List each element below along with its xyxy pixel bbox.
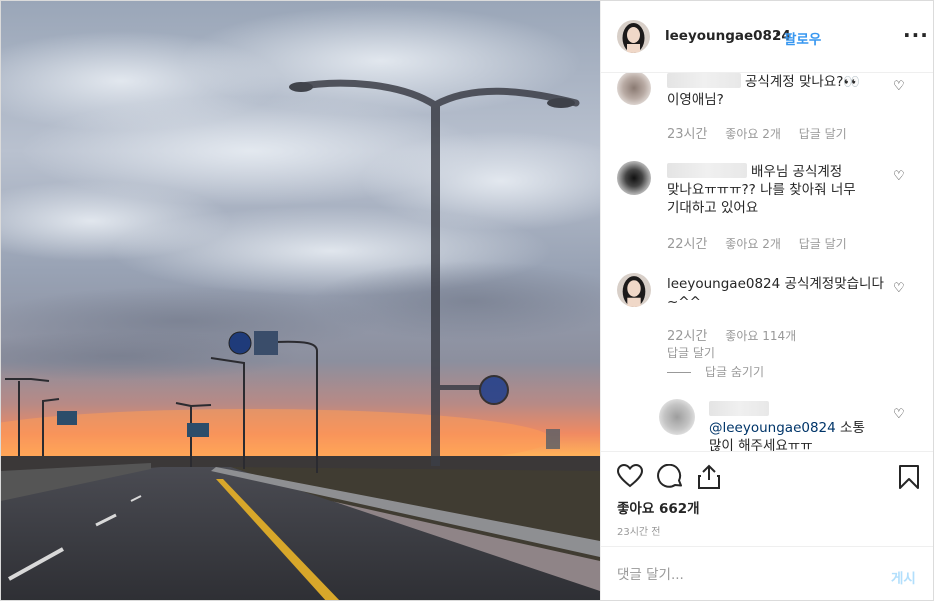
author-username[interactable]: leeyoungae0824 [665, 28, 791, 44]
comment-like-heart-icon[interactable]: ♡ [893, 281, 905, 296]
mention-link[interactable]: @leeyoungae0824 [709, 420, 836, 436]
comment-meta: 22시간 좋아요 2개 답글 달기 [667, 233, 861, 252]
commenter-avatar[interactable] [617, 161, 651, 195]
comment-like-heart-icon[interactable]: ♡ [893, 79, 905, 94]
add-comment-bar: 게시 [601, 546, 933, 600]
comment-time[interactable]: 22시간 [667, 329, 707, 344]
comment-author-username[interactable]: leeyoungae0824 [667, 276, 780, 292]
follow-button[interactable]: 팔로우 [784, 28, 821, 48]
divider-line [667, 372, 691, 373]
commenter-avatar[interactable] [617, 73, 651, 105]
instagram-post-modal: leeyoungae0824 • 팔로우 ··· 공식계정 맞나요?👀 이영애님… [0, 0, 934, 601]
more-horizontal-icon[interactable]: ··· [903, 25, 929, 45]
comment-icon[interactable] [657, 463, 683, 494]
hide-replies-button[interactable]: 답글 숨기기 [667, 363, 764, 380]
replier-avatar[interactable] [659, 399, 695, 435]
comment-input[interactable] [617, 564, 867, 586]
bookmark-icon[interactable] [898, 464, 920, 494]
post-sidebar: leeyoungae0824 • 팔로우 ··· 공식계정 맞나요?👀 이영애님… [600, 1, 933, 600]
comment-time[interactable]: 22시간 [667, 237, 707, 252]
sunset-road-image [1, 1, 600, 600]
post-timestamp[interactable]: 23시간 전 [617, 523, 661, 538]
reply-button[interactable]: 답글 달기 [799, 237, 847, 251]
post-header: leeyoungae0824 • 팔로우 ··· [601, 1, 933, 73]
post-comment-button[interactable]: 게시 [891, 567, 916, 587]
post-actions: 좋아요 662개 23시간 전 [601, 451, 933, 546]
reply-button[interactable]: 답글 달기 [799, 127, 847, 141]
blurred-username[interactable] [667, 163, 747, 178]
comments-list[interactable]: 공식계정 맞나요?👀 이영애님? ♡ 23시간 좋아요 2개 답글 달기 배우님… [601, 73, 933, 451]
comment-like-heart-icon[interactable]: ♡ [893, 407, 905, 422]
blurred-username[interactable] [667, 73, 741, 88]
comment-likes[interactable]: 좋아요 2개 [725, 237, 781, 251]
comment-meta: 22시간 좋아요 114개 답글 달기 [667, 325, 867, 361]
separator-dot: • [774, 27, 783, 43]
share-icon[interactable] [697, 464, 721, 494]
post-photo[interactable] [1, 1, 600, 600]
author-avatar[interactable] [617, 20, 650, 53]
blurred-username[interactable] [709, 401, 769, 416]
comment-likes[interactable]: 좋아요 114개 [725, 329, 796, 343]
reply-button[interactable]: 답글 달기 [667, 346, 715, 360]
comment-time[interactable]: 23시간 [667, 127, 707, 142]
heart-outline-icon[interactable] [616, 463, 644, 492]
hide-replies-label: 답글 숨기기 [705, 365, 765, 379]
comment-meta: 23시간 좋아요 2개 답글 달기 [667, 123, 861, 142]
comment-likes[interactable]: 좋아요 2개 [725, 127, 781, 141]
likes-count[interactable]: 좋아요 662개 [617, 497, 700, 517]
comment-like-heart-icon[interactable]: ♡ [893, 169, 905, 184]
author-avatar[interactable] [617, 273, 651, 307]
